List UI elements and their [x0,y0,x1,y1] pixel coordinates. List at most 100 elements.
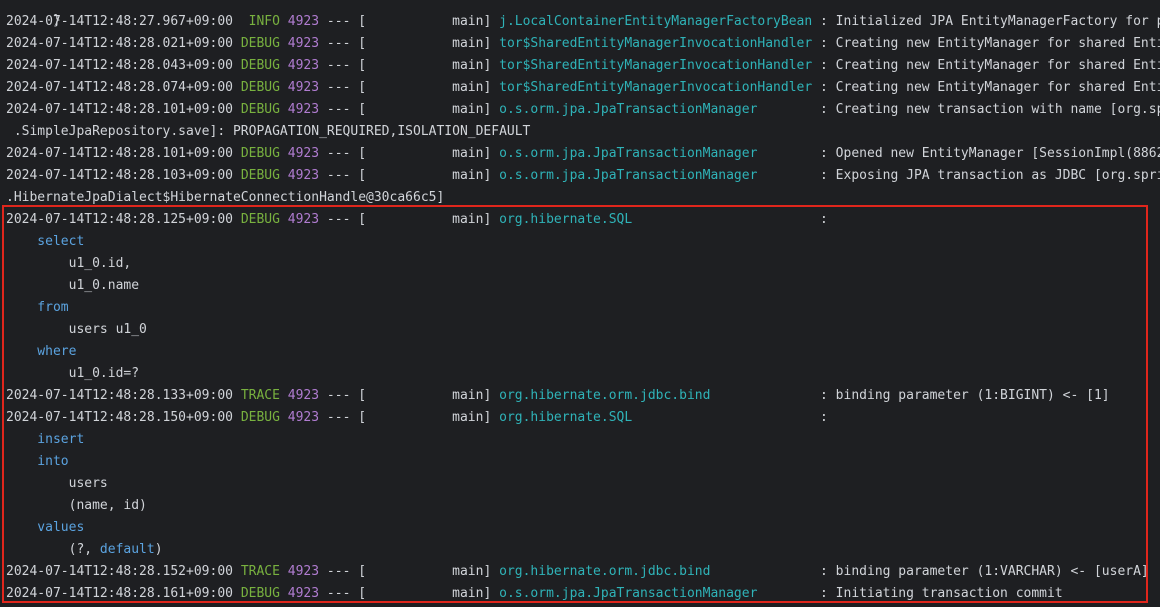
log-line: into [6,451,69,473]
log-timestamp: 2024-07-14T12:48:28.133+09:00 [6,388,233,403]
log-message: : [812,410,828,425]
top-fragment-line: } [6,0,61,28]
log-message: : Initiating transaction commit [812,586,1063,601]
log-continuation-text: .HibernateJpaDialect$HibernateConnection… [6,190,445,205]
log-separator: --- [ [319,564,367,579]
log-separator: --- [ [319,58,367,73]
log-continuation-text: u1_0.id, [6,256,132,271]
log-logger-link[interactable]: o.s.orm.jpa.JpaTransactionManager [499,168,812,183]
sql-keyword: from [6,300,69,315]
log-continuation-text: ) [154,542,163,557]
log-separator: --- [ [319,102,367,117]
log-line: from [6,297,69,319]
log-line: 2024-07-14T12:48:27.967+09:00 INFO 4923 … [6,11,1160,33]
log-timestamp: 2024-07-14T12:48:28.074+09:00 [6,80,233,95]
log-logger-link[interactable]: o.s.orm.jpa.JpaTransactionManager [499,102,812,117]
log-logger-link[interactable]: o.s.orm.jpa.JpaTransactionManager [499,146,812,161]
log-continuation-text: users [6,476,108,491]
log-separator: --- [ [319,212,367,227]
log-timestamp: 2024-07-14T12:48:28.101+09:00 [6,146,233,161]
log-line: 2024-07-14T12:48:28.101+09:00 DEBUG 4923… [6,143,1160,165]
log-logger-link[interactable]: j.LocalContainerEntityManagerFactoryBean [499,14,812,29]
sql-keyword: values [6,520,85,535]
log-pid: 4923 [287,146,320,161]
log-pid: 4923 [287,80,320,95]
log-line: values [6,517,84,539]
log-logger-link[interactable]: tor$SharedEntityManagerInvocationHandler [499,58,812,73]
log-line: 2024-07-14T12:48:28.043+09:00 DEBUG 4923… [6,55,1160,77]
log-level: DEBUG [240,168,280,183]
log-thread: main] [366,146,500,161]
log-logger-link[interactable]: tor$SharedEntityManagerInvocationHandler [499,80,812,95]
log-line: 2024-07-14T12:48:28.150+09:00 DEBUG 4923… [6,407,828,429]
log-line: .HibernateJpaDialect$HibernateConnection… [6,187,444,209]
log-thread: main] [366,410,500,425]
log-thread: main] [366,58,500,73]
log-message: : Opened new EntityManager [SessionImpl(… [812,146,1160,161]
log-logger-link[interactable]: tor$SharedEntityManagerInvocationHandler [499,36,812,51]
log-thread: main] [366,80,500,95]
log-message: : Initialized JPA EntityManagerFactory f… [812,14,1160,29]
log-pid: 4923 [287,58,320,73]
log-logger-link[interactable]: org.hibernate.SQL [499,212,812,227]
log-message: : binding parameter (1:BIGINT) <- [1] [812,388,1110,403]
log-timestamp: 2024-07-14T12:48:28.161+09:00 [6,586,233,601]
log-line: (?, default) [6,539,163,561]
log-separator: --- [ [319,168,367,183]
log-level: DEBUG [240,146,280,161]
log-thread: main] [366,36,500,51]
sql-keyword: where [6,344,77,359]
log-pid: 4923 [287,564,320,579]
log-line: .SimpleJpaRepository.save]: PROPAGATION_… [6,121,531,143]
log-level: DEBUG [240,212,280,227]
log-continuation-text: .SimpleJpaRepository.save]: PROPAGATION_… [6,124,531,139]
log-thread: main] [366,586,500,601]
log-timestamp: 2024-07-14T12:48:28.125+09:00 [6,212,233,227]
log-separator: --- [ [319,388,367,403]
log-message: : binding parameter (1:VARCHAR) <- [user… [812,564,1149,579]
log-separator: --- [ [319,80,367,95]
log-timestamp: 2024-07-14T12:48:28.152+09:00 [6,564,233,579]
log-timestamp: 2024-07-14T12:48:28.101+09:00 [6,102,233,117]
log-continuation-text: (?, [6,542,100,557]
log-level: DEBUG [240,410,280,425]
log-timestamp: 2024-07-14T12:48:28.150+09:00 [6,410,233,425]
log-line: users [6,473,108,495]
log-pid: 4923 [287,410,320,425]
log-thread: main] [366,168,500,183]
log-pid: 4923 [287,36,320,51]
log-level: DEBUG [240,58,280,73]
log-pid: 4923 [287,168,320,183]
log-message: : Exposing JPA transaction as JDBC [org.… [812,168,1160,183]
log-line: (name, id) [6,495,147,517]
log-timestamp: 2024-07-14T12:48:27.967+09:00 [6,14,233,29]
log-message: : Creating new EntityManager for shared … [812,58,1160,73]
sql-keyword: into [6,454,69,469]
log-logger-link[interactable]: org.hibernate.orm.jdbc.bind [499,388,812,403]
log-logger-link[interactable]: org.hibernate.SQL [499,410,812,425]
log-logger-link[interactable]: org.hibernate.orm.jdbc.bind [499,564,812,579]
log-line: select [6,231,84,253]
log-continuation-text: users u1_0 [6,322,147,337]
log-message: : Creating new transaction with name [or… [812,102,1160,117]
log-level: DEBUG [240,36,280,51]
log-line: where [6,341,76,363]
log-thread: main] [366,212,500,227]
log-logger-link[interactable]: o.s.orm.jpa.JpaTransactionManager [499,586,812,601]
log-separator: --- [ [319,14,367,29]
log-line: u1_0.id=? [6,363,139,385]
log-line: 2024-07-14T12:48:28.161+09:00 DEBUG 4923… [6,583,1063,605]
log-timestamp: 2024-07-14T12:48:28.103+09:00 [6,168,233,183]
log-message: : [812,212,828,227]
log-line: u1_0.name [6,275,139,297]
log-level: DEBUG [240,586,280,601]
log-level: DEBUG [240,80,280,95]
console-scrollbar[interactable] [1154,0,1160,607]
log-line: insert [6,429,84,451]
log-level: INFO [240,14,280,29]
log-thread: main] [366,388,500,403]
log-timestamp: 2024-07-14T12:48:28.043+09:00 [6,58,233,73]
console-output[interactable]: } 2024-07-14T12:48:27.967+09:00 INFO 492… [0,0,1160,607]
log-line: 2024-07-14T12:48:28.133+09:00 TRACE 4923… [6,385,1110,407]
log-separator: --- [ [319,36,367,51]
